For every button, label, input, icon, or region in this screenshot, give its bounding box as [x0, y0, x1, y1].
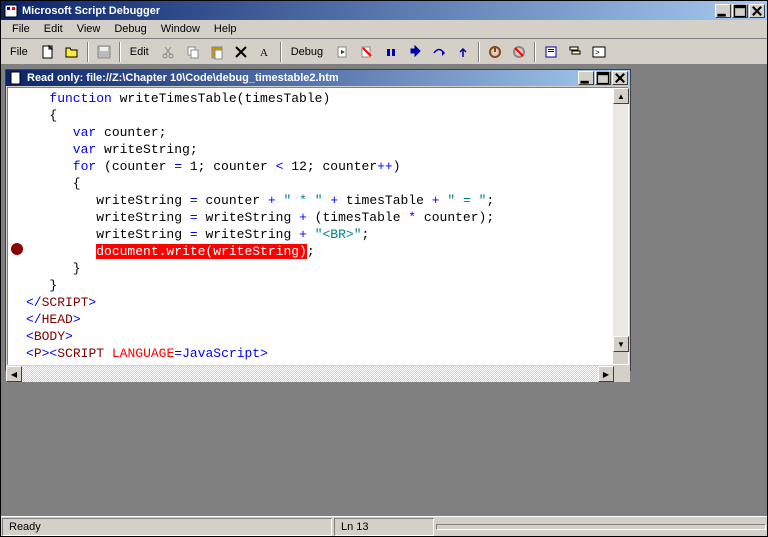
- delete-icon[interactable]: [230, 41, 252, 63]
- separator: [119, 42, 121, 62]
- new-file-icon[interactable]: [37, 41, 59, 63]
- save-icon[interactable]: [93, 41, 115, 63]
- menubar: File Edit View Debug Window Help: [1, 20, 767, 39]
- separator: [280, 42, 282, 62]
- scroll-track[interactable]: [613, 104, 628, 336]
- doc-maximize-button[interactable]: [595, 71, 611, 85]
- gutter[interactable]: [8, 88, 26, 364]
- toolbar-file-label: File: [5, 44, 33, 60]
- document-titlebar[interactable]: Read only: file://Z:\Chapter 10\Code\deb…: [6, 70, 630, 86]
- doc-icon: [8, 70, 24, 86]
- titlebar-text: Microsoft Script Debugger: [22, 5, 715, 17]
- mdi-area: Read only: file://Z:\Chapter 10\Code\deb…: [1, 65, 767, 516]
- paste-icon[interactable]: [206, 41, 228, 63]
- cut-icon[interactable]: [158, 41, 180, 63]
- menu-window[interactable]: Window: [154, 21, 207, 37]
- code-area: function writeTimesTable(timesTable) { v…: [7, 87, 629, 365]
- status-line: Ln 13: [334, 518, 434, 536]
- toggle-breakpoint-icon[interactable]: [484, 41, 506, 63]
- vertical-scrollbar[interactable]: ▲ ▼: [612, 88, 628, 364]
- code-content[interactable]: function writeTimesTable(timesTable) { v…: [26, 88, 612, 364]
- menu-file[interactable]: File: [5, 21, 37, 37]
- running-docs-icon[interactable]: [540, 41, 562, 63]
- clear-breakpoints-icon[interactable]: [508, 41, 530, 63]
- step-into-icon[interactable]: [404, 41, 426, 63]
- statusbar: Ready Ln 13: [1, 516, 767, 536]
- font-icon[interactable]: A: [254, 41, 276, 63]
- call-stack-icon[interactable]: [564, 41, 586, 63]
- menu-debug[interactable]: Debug: [107, 21, 153, 37]
- separator: [87, 42, 89, 62]
- main-window: Microsoft Script Debugger File Edit View…: [0, 0, 768, 537]
- copy-icon[interactable]: [182, 41, 204, 63]
- toolbar-edit-label: Edit: [125, 44, 154, 60]
- status-text: Ready: [2, 518, 332, 536]
- close-button[interactable]: [749, 4, 765, 18]
- svg-text:A: A: [260, 47, 268, 59]
- menu-help[interactable]: Help: [207, 21, 244, 37]
- status-spacer: [436, 524, 766, 530]
- horizontal-scrollbar[interactable]: ◀ ▶: [6, 366, 630, 382]
- break-icon[interactable]: [380, 41, 402, 63]
- toolbar: File Edit A Debug >: [1, 39, 767, 65]
- svg-text:>: >: [595, 48, 600, 57]
- document-window: Read only: file://Z:\Chapter 10\Code\deb…: [5, 69, 631, 371]
- titlebar[interactable]: Microsoft Script Debugger: [1, 1, 767, 20]
- command-window-icon[interactable]: >: [588, 41, 610, 63]
- scroll-up-icon[interactable]: ▲: [613, 88, 629, 104]
- doc-close-button[interactable]: [612, 71, 628, 85]
- scroll-track[interactable]: [22, 366, 598, 382]
- maximize-button[interactable]: [732, 4, 748, 18]
- separator: [478, 42, 480, 62]
- scroll-corner: [614, 366, 630, 382]
- step-out-icon[interactable]: [452, 41, 474, 63]
- menu-view[interactable]: View: [70, 21, 108, 37]
- scroll-left-icon[interactable]: ◀: [6, 366, 22, 382]
- run-icon[interactable]: [332, 41, 354, 63]
- breakpoint-marker[interactable]: [11, 243, 23, 255]
- doc-minimize-button[interactable]: [578, 71, 594, 85]
- menu-edit[interactable]: Edit: [37, 21, 70, 37]
- open-file-icon[interactable]: [61, 41, 83, 63]
- scroll-right-icon[interactable]: ▶: [598, 366, 614, 382]
- toolbar-debug-label: Debug: [286, 44, 328, 60]
- separator: [534, 42, 536, 62]
- minimize-button[interactable]: [715, 4, 731, 18]
- stop-debug-icon[interactable]: [356, 41, 378, 63]
- scroll-down-icon[interactable]: ▼: [613, 336, 629, 352]
- current-execution-line: document.write(writeString): [96, 244, 307, 259]
- app-icon: [3, 3, 19, 19]
- step-over-icon[interactable]: [428, 41, 450, 63]
- document-title: Read only: file://Z:\Chapter 10\Code\deb…: [27, 72, 578, 84]
